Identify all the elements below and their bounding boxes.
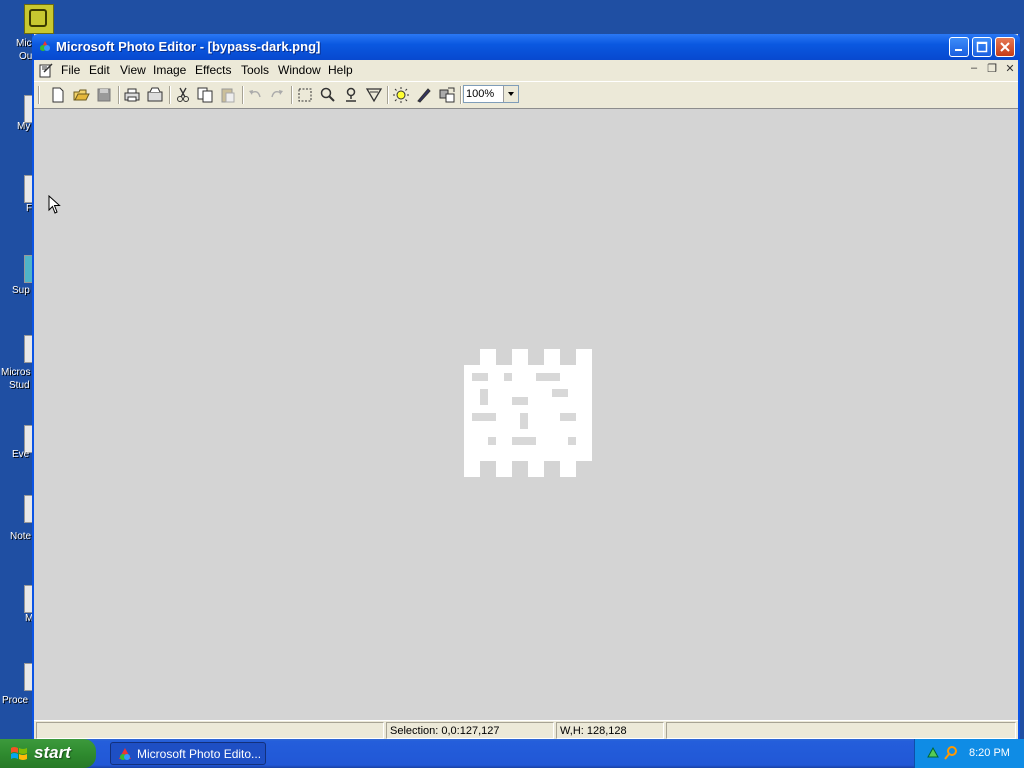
toolbar-separator-6	[460, 86, 462, 104]
outlook-icon	[29, 9, 47, 27]
zoom-select[interactable]: 100%	[463, 85, 519, 103]
menu-view[interactable]: View	[120, 63, 146, 77]
windows-flag-icon	[11, 747, 27, 760]
zoom-dropdown-button[interactable]	[503, 86, 518, 102]
toolbar-separator-4	[291, 86, 293, 104]
taskbar: start Microsoft Photo Edito... 8:20 PM	[0, 739, 1024, 768]
menu-bar: File Edit View Image Effects Tools Windo…	[34, 60, 1018, 80]
start-label: start	[34, 743, 71, 762]
desktop-label-9: Proce	[2, 695, 29, 706]
photo-editor-app-icon	[40, 41, 50, 51]
desktop-icon-outlook[interactable]	[24, 4, 54, 34]
redo-icon[interactable]	[268, 86, 286, 104]
zoom-icon[interactable]	[319, 86, 337, 104]
clock: 8:20 PM	[969, 747, 1010, 759]
toolbar-separator-2	[169, 86, 171, 104]
toolbar-separator-5	[387, 86, 389, 104]
new-icon[interactable]	[49, 86, 67, 104]
effects-icon[interactable]	[438, 86, 456, 104]
desktop-label-1b: Ou	[19, 51, 33, 62]
paste-icon[interactable]	[219, 86, 237, 104]
status-cell-extra	[666, 722, 1016, 739]
transparency-icon[interactable]	[365, 86, 383, 104]
print-icon[interactable]	[123, 86, 141, 104]
menu-effects[interactable]: Effects	[195, 63, 231, 77]
mdi-minimize-button[interactable]: –	[966, 62, 982, 76]
title-bar[interactable]: Microsoft Photo Editor - [bypass-dark.pn…	[32, 34, 1020, 60]
desktop-label-6: Eve	[12, 449, 30, 460]
mdi-close-button[interactable]: ✕	[1002, 62, 1018, 76]
desktop-label-1: Mic	[16, 38, 32, 49]
desktop-label-4: Sup	[12, 285, 30, 296]
toolbar-separator-3	[242, 86, 244, 104]
system-tray: 8:20 PM	[914, 739, 1024, 768]
menu-help[interactable]: Help	[328, 63, 353, 77]
status-bar: Selection: 0,0:127,127 W,H: 128,128	[34, 720, 1018, 740]
menu-image[interactable]: Image	[153, 63, 186, 77]
image-canvas-area[interactable]	[34, 108, 1018, 720]
menu-edit[interactable]: Edit	[89, 63, 110, 77]
desktop-label-7: Note	[10, 531, 32, 542]
network-tray-icon[interactable]	[925, 745, 941, 761]
image-thumbnail[interactable]	[464, 349, 592, 477]
maximize-icon	[976, 41, 988, 53]
window-title: Microsoft Photo Editor - [bypass-dark.pn…	[56, 39, 321, 54]
menu-file[interactable]: File	[61, 63, 80, 77]
menu-window[interactable]: Window	[278, 63, 321, 77]
minimize-button[interactable]	[949, 37, 969, 57]
auto-balance-icon[interactable]	[392, 86, 410, 104]
zoom-value: 100%	[466, 88, 495, 100]
mouse-cursor-icon	[48, 195, 61, 214]
close-button[interactable]	[995, 37, 1015, 57]
cut-icon[interactable]	[174, 86, 192, 104]
status-cell-main	[36, 722, 384, 739]
photo-editor-task-icon	[119, 748, 131, 760]
maximize-button[interactable]	[972, 37, 992, 57]
select-icon[interactable]	[296, 86, 314, 104]
toolbar: 100%	[34, 81, 1018, 109]
mdi-restore-button[interactable]: ❐	[984, 62, 1000, 76]
desktop-label-2: My	[17, 121, 31, 132]
desktop-label-5: Micros	[1, 367, 31, 378]
open-icon[interactable]	[72, 86, 90, 104]
toolbar-grip	[38, 86, 40, 104]
chevron-down-icon	[508, 92, 514, 96]
scan-icon[interactable]	[146, 86, 164, 104]
search-tray-icon[interactable]	[943, 745, 959, 761]
undo-icon[interactable]	[246, 86, 264, 104]
copy-icon[interactable]	[196, 86, 214, 104]
document-icon[interactable]	[38, 62, 54, 78]
status-dimensions: W,H: 128,128	[556, 722, 664, 739]
status-selection: Selection: 0,0:127,127	[386, 722, 554, 739]
start-button[interactable]: start	[0, 739, 96, 768]
photo-editor-window: Microsoft Photo Editor - [bypass-dark.pn…	[32, 34, 1020, 741]
minimize-icon	[955, 49, 962, 51]
taskbar-button-label: Microsoft Photo Edito...	[137, 747, 262, 761]
toolbar-separator-1	[118, 86, 120, 104]
stamp-icon[interactable]	[342, 86, 360, 104]
touch-up-icon[interactable]	[415, 86, 433, 104]
save-icon[interactable]	[95, 86, 113, 104]
desktop-label-5b: Stud	[9, 380, 30, 391]
close-icon	[1000, 42, 1010, 52]
menu-tools[interactable]: Tools	[241, 63, 269, 77]
taskbar-button-photo-editor[interactable]: Microsoft Photo Edito...	[110, 742, 266, 765]
